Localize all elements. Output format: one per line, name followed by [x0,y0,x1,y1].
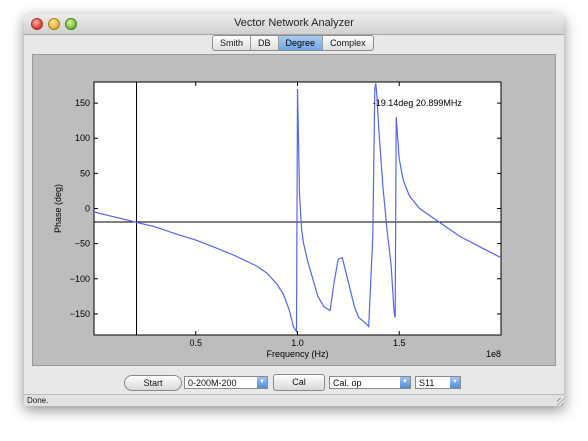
y-tick-label: 150 [75,98,90,108]
x-tick-label: 0.5 [189,338,202,348]
tab-smith[interactable]: Smith [213,36,252,50]
chevron-down-icon: ▼ [257,377,267,388]
tab-complex[interactable]: Complex [323,36,373,50]
range-select-value: 0-200M-200 [188,378,237,388]
x-axis-label: Frequency (Hz) [266,349,328,359]
window-title: Vector Network Analyzer [234,17,354,29]
status-text: Done. [27,396,49,405]
cal-op-select-value: Cal. op [333,378,362,388]
control-bar: Start 0-200M-200 ▼ Cal Cal. op ▼ S11 ▼ [24,371,564,393]
status-bar: Done. [24,394,564,406]
plot-panel: 150 100 50 0 −50 −100 −150 0.5 1.0 1.5 -19.14deg … [32,54,556,366]
start-button[interactable]: Start [124,375,182,391]
main-window: Vector Network Analyzer Smith DB Degree … [24,14,564,406]
range-select[interactable]: 0-200M-200 ▼ [184,376,268,389]
phase-chart[interactable]: 150 100 50 0 −50 −100 −150 0.5 1.0 1.5 -19.14deg … [33,55,555,365]
s-parameter-select-value: S11 [419,378,435,388]
view-tabs: Smith DB Degree Complex [212,35,374,51]
tab-db[interactable]: DB [251,36,279,50]
chevron-down-icon: ▼ [450,377,460,388]
y-axis-label: Phase (deg) [53,184,63,233]
y-tick-label: 50 [80,168,90,178]
y-tick-label: −50 [75,239,90,249]
y-tick-label: 100 [75,133,90,143]
x-tick-label: 1.5 [393,338,406,348]
y-tick-label: −100 [70,274,90,284]
cursor-annotation: -19.14deg 20.899MHz [373,98,463,108]
s-parameter-select[interactable]: S11 ▼ [415,376,461,389]
cal-op-select[interactable]: Cal. op ▼ [329,376,411,389]
title-bar: Vector Network Analyzer [24,14,564,35]
cal-button[interactable]: Cal [273,374,325,391]
tab-degree[interactable]: Degree [278,36,324,50]
chevron-down-icon: ▼ [400,377,410,388]
y-tick-label: −150 [70,309,90,319]
x-axis-multiplier: 1e8 [486,349,501,359]
y-tick-label: 0 [85,204,90,214]
resize-grip-icon[interactable] [557,398,564,406]
x-tick-label: 1.0 [291,338,304,348]
